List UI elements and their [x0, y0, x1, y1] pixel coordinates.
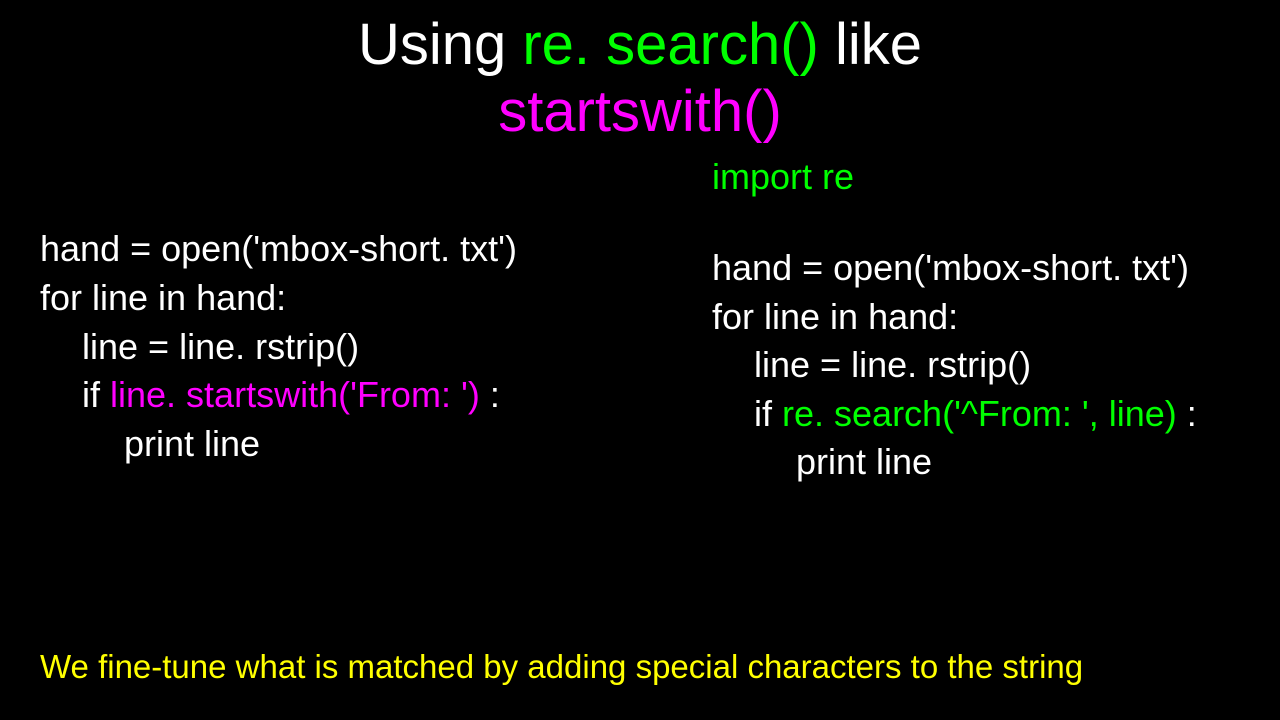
- code-line: line = line. rstrip(): [712, 341, 1280, 390]
- title-part-like: like: [819, 12, 922, 77]
- code-text: :: [1177, 393, 1197, 434]
- code-text: if: [754, 393, 782, 434]
- research-call: re. search('^From: ', line): [782, 393, 1177, 434]
- code-line: hand = open('mbox-short. txt'): [712, 244, 1280, 293]
- slide-title: Using re. search() like startswith(): [0, 0, 1280, 145]
- title-part-research: re. search(): [522, 12, 819, 77]
- code-line: print line: [40, 420, 704, 469]
- code-text: :: [480, 374, 500, 415]
- code-line: hand = open('mbox-short. txt'): [40, 225, 704, 274]
- left-code-block: hand = open('mbox-short. txt') for line …: [40, 225, 704, 468]
- code-line: if re. search('^From: ', line) :: [712, 390, 1280, 439]
- code-line: if line. startswith('From: ') :: [40, 371, 704, 420]
- import-line: import re: [712, 153, 1280, 202]
- left-column: hand = open('mbox-short. txt') for line …: [0, 153, 704, 487]
- right-code-block: import re hand = open('mbox-short. txt')…: [712, 153, 1280, 487]
- spacer: [40, 153, 704, 225]
- blank-line: [712, 202, 1280, 244]
- footer-caption: We fine-tune what is matched by adding s…: [40, 648, 1083, 686]
- startswith-call: line. startswith('From: '): [110, 374, 480, 415]
- code-columns: hand = open('mbox-short. txt') for line …: [0, 153, 1280, 487]
- right-column: import re hand = open('mbox-short. txt')…: [704, 153, 1280, 487]
- code-text: if: [82, 374, 110, 415]
- code-line: for line in hand:: [712, 293, 1280, 342]
- title-part-using: Using: [358, 12, 522, 77]
- code-line: for line in hand:: [40, 274, 704, 323]
- slide: Using re. search() like startswith() han…: [0, 0, 1280, 720]
- title-part-startswith: startswith(): [498, 79, 782, 144]
- code-line: line = line. rstrip(): [40, 323, 704, 372]
- code-line: print line: [712, 438, 1280, 487]
